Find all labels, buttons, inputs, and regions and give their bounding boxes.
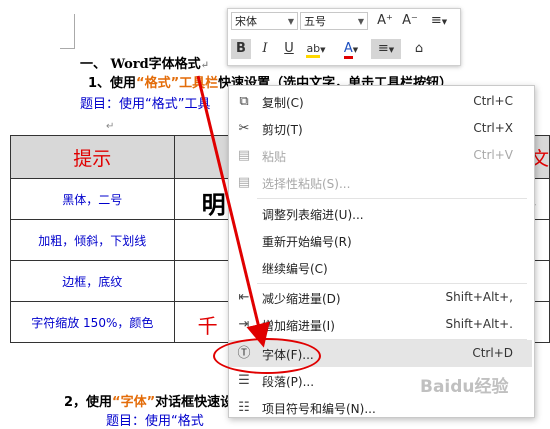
highlight-button[interactable]: ab▼ [303,39,329,59]
menu-item-cut[interactable]: ✂ 剪切(T) Ctrl+X [229,115,532,142]
watermark: Baidu经验 [420,377,509,397]
menu-item-continue-numbering[interactable]: 继续编号(C) [229,254,532,281]
bullets-icon: ☷ [238,400,250,415]
menu-item-increase-indent[interactable]: ⇥ 增加缩进量(I) Shift+Alt+. [229,311,532,338]
decrease-indent-icon: ⇤ [238,290,250,305]
menu-separator [257,198,527,199]
task-line-2: 题目：使用“格式 [106,414,204,429]
chevron-down-icon: ▼ [357,17,364,26]
chevron-down-icon: ▼ [388,46,395,54]
increase-indent-icon: ⇥ [238,317,250,332]
paragraph-mark: ↵ [106,121,115,132]
chevron-down-icon: ▼ [352,46,359,54]
instruction-line-2: 2，使用“字体”对话框快速设置 [64,395,247,410]
align-button[interactable]: ≡▼ [371,39,401,59]
underline-button[interactable]: U [279,39,299,59]
chevron-down-icon: ▼ [320,46,326,54]
menu-item-bullets-numbering[interactable]: ☷ 项目符号和编号(N)... [229,394,532,421]
format-painter-button[interactable]: ⌂ [409,39,429,59]
grow-font-button[interactable]: A⁺ [375,11,395,31]
line-spacing-button[interactable]: ≡▼ [425,11,453,31]
chevron-down-icon: ▼ [287,17,294,26]
tip-cell: 黑体，二号 [10,178,175,220]
menu-item-adjust-list-indent[interactable]: 调整列表缩进(U)... [229,200,532,227]
menu-item-paste[interactable]: ▤ 粘贴 Ctrl+V [229,142,532,169]
margin-corner-mark [60,14,75,49]
font-size-select[interactable]: 五号 ▼ [300,12,368,30]
scissors-icon: ✂ [238,121,250,136]
tip-cell: 加粗，倾斜，下划线 [10,219,175,261]
menu-item-decrease-indent[interactable]: ⇤ 减少缩进量(D) Shift+Alt+, [229,284,532,311]
menu-item-paste-special[interactable]: ▤ 选择性粘贴(S)... [229,169,532,196]
bold-button[interactable]: B [231,39,251,59]
italic-button[interactable]: I [255,39,275,59]
paragraph-icon: ☰ [238,373,250,388]
task-line-1: 题目：使用“格式”工具 [80,97,211,112]
paste-icon: ▤ [237,148,251,163]
tip-cell: 边框，底纹 [10,260,175,302]
mini-format-toolbar: 宋体 ▼ 五号 ▼ A⁺ A⁻ ≡▼ B I U ab▼ A▼ ≡▼ ⌂ [227,8,461,66]
shrink-font-button[interactable]: A⁻ [400,11,420,31]
font-color-button[interactable]: A▼ [338,39,364,59]
menu-item-copy[interactable]: ⧉ 复制(C) Ctrl+C [229,88,532,115]
chevron-down-icon: ▼ [441,18,448,26]
table-header-tip: 提示 [10,135,175,179]
font-name-select[interactable]: 宋体 ▼ [231,12,298,30]
menu-item-restart-numbering[interactable]: 重新开始编号(R) [229,227,532,254]
format-painter-icon: ⌂ [414,41,424,56]
tip-cell: 字符缩放 150%，颜色 [10,301,175,343]
annotation-ellipse [213,338,321,374]
copy-icon: ⧉ [239,94,249,109]
paste-special-icon: ▤ [237,175,251,190]
section-heading: 一、 Word字体格式↵ [80,57,210,72]
